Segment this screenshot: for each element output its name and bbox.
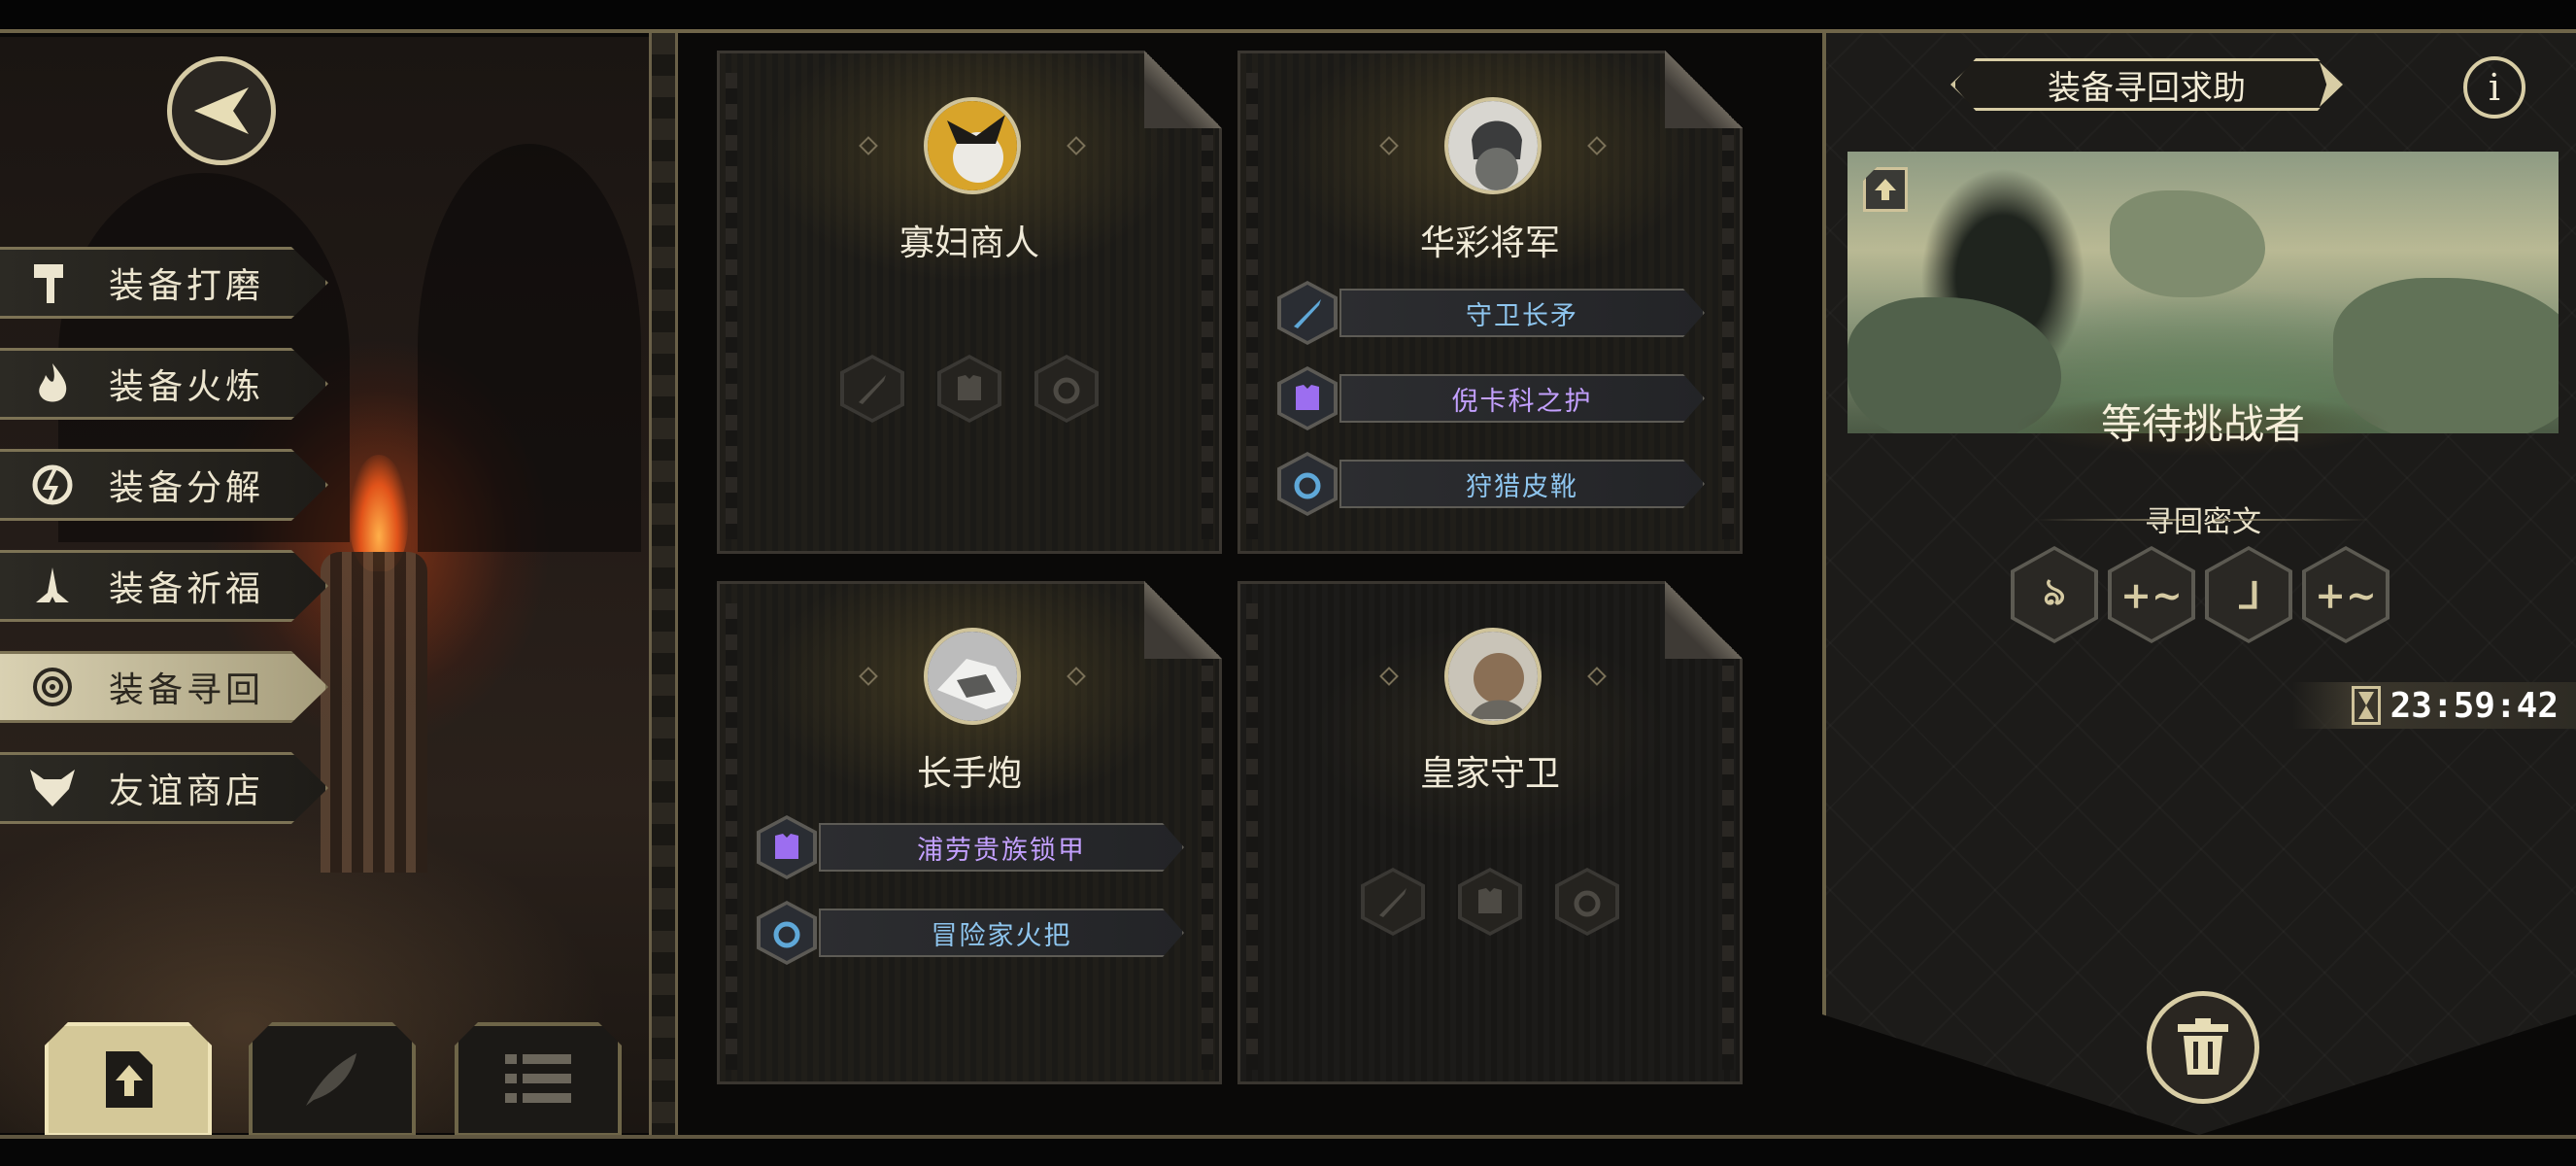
menu-label: 装备打磨	[109, 266, 265, 306]
sword-icon	[1294, 299, 1321, 328]
armor-icon	[958, 375, 981, 400]
rune-slot[interactable]: ঌ	[2011, 546, 2098, 643]
bottom-frame	[0, 1135, 2576, 1166]
info-button[interactable]: i	[2463, 56, 2525, 119]
cipher-label: 寻回密文	[2145, 505, 2261, 539]
top-frame	[0, 0, 2576, 33]
empty-slots	[720, 355, 1219, 423]
colorful-general-portrait	[1448, 101, 1538, 190]
avatar	[1444, 628, 1542, 725]
left-divider	[649, 33, 678, 1135]
sword-icon	[859, 375, 886, 404]
helper-name: 皇家守卫	[1419, 754, 1560, 794]
menu-label: 友谊商店	[109, 772, 265, 811]
pray-hands-icon	[25, 559, 80, 613]
long-cannon-portrait	[928, 632, 1017, 721]
menu-item-polish[interactable]: 装备打磨	[0, 247, 328, 319]
menu-item-retrieve[interactable]: 装备寻回	[0, 651, 328, 723]
rune-slot[interactable]: +~	[2108, 546, 2195, 643]
flame-icon	[25, 357, 80, 411]
helper-name: 寡妇商人	[898, 223, 1039, 263]
helper-card[interactable]: 华彩将军 守卫长矛 倪卡科之护 狩猎皮靴	[1237, 51, 1743, 554]
equipment-item[interactable]: 冒险家火把	[757, 901, 1184, 965]
ring-icon	[1574, 890, 1601, 917]
disassemble-icon	[25, 458, 80, 512]
list-icon	[505, 1054, 571, 1103]
menu-item-bless[interactable]: 装备祈福	[0, 550, 328, 622]
back-arrow-icon	[194, 87, 249, 134]
trash-icon	[2178, 1018, 2228, 1075]
sword-icon	[1379, 888, 1407, 917]
avatar	[1444, 97, 1542, 194]
widow-merchant-portrait	[928, 101, 1017, 190]
tab-list[interactable]	[455, 1022, 622, 1137]
equipment-name: 浦劳贵族锁甲	[819, 823, 1184, 872]
royal-guard-portrait	[1448, 632, 1538, 721]
helper-card[interactable]: 长手炮 浦劳贵族锁甲 冒险家火把	[717, 581, 1222, 1084]
armor-icon	[775, 834, 798, 859]
delete-button[interactable]	[2147, 991, 2259, 1104]
menu-item-disassemble[interactable]: 装备分解	[0, 449, 328, 521]
equipment-name: 狩猎皮靴	[1339, 460, 1705, 508]
tab-upload[interactable]	[45, 1022, 212, 1137]
armor-icon	[1478, 888, 1502, 913]
retrieve-help-panel: 装备寻回求助 i 等待挑战者 寻回密文 ঌ +~ ᒧ +~ 23:59:42	[1822, 33, 2576, 1135]
ring-icon	[1053, 377, 1080, 404]
ring-icon	[1294, 472, 1321, 499]
avatar	[924, 628, 1021, 725]
feather-icon	[306, 1053, 356, 1106]
rune-slot[interactable]: +~	[2302, 546, 2390, 643]
torch-stand	[321, 552, 427, 873]
avatar	[924, 97, 1021, 194]
menu-label: 装备分解	[109, 468, 265, 508]
menu-label: 装备寻回	[109, 670, 265, 710]
armor-icon	[1296, 385, 1319, 410]
ring-icon	[773, 921, 800, 948]
fox-head-icon	[25, 761, 80, 815]
upload-icon	[1875, 179, 1896, 200]
hammer-icon	[25, 256, 80, 310]
menu-item-fire-refine[interactable]: 装备火炼	[0, 348, 328, 420]
helper-name: 长手炮	[916, 754, 1022, 794]
equipment-item[interactable]: 倪卡科之护	[1277, 366, 1705, 430]
helper-card[interactable]: 皇家守卫	[1237, 581, 1743, 1084]
helper-card[interactable]: 寡妇商人	[717, 51, 1222, 554]
equipment-item[interactable]: 浦劳贵族锁甲	[757, 815, 1184, 879]
menu-label: 装备祈福	[109, 569, 265, 609]
panel-title: 装备寻回求助	[1952, 58, 2341, 111]
equipment-item[interactable]: 狩猎皮靴	[1277, 452, 1705, 516]
equipment-item[interactable]: 守卫长矛	[1277, 281, 1705, 345]
target-icon	[25, 660, 80, 714]
tab-feather[interactable]	[249, 1022, 416, 1137]
status-text: 等待挑战者	[1826, 391, 2576, 459]
rune-slot[interactable]: ᒧ	[2205, 546, 2292, 643]
menu-item-friendship-shop[interactable]: 友谊商店	[0, 752, 328, 824]
equipment-name: 冒险家火把	[819, 909, 1184, 957]
timer-value: 23:59:42	[2390, 685, 2559, 726]
equipment-name: 守卫长矛	[1339, 289, 1705, 337]
empty-slots	[1240, 868, 1740, 936]
back-button[interactable]	[167, 56, 276, 165]
share-button[interactable]	[1863, 167, 1908, 212]
helper-name: 华彩将军	[1419, 223, 1560, 263]
hourglass-icon	[2351, 686, 2381, 725]
countdown-timer: 23:59:42	[2292, 682, 2576, 729]
upload-doc-icon	[106, 1051, 153, 1108]
equipment-name: 倪卡科之护	[1339, 374, 1705, 423]
menu-label: 装备火炼	[109, 367, 265, 407]
